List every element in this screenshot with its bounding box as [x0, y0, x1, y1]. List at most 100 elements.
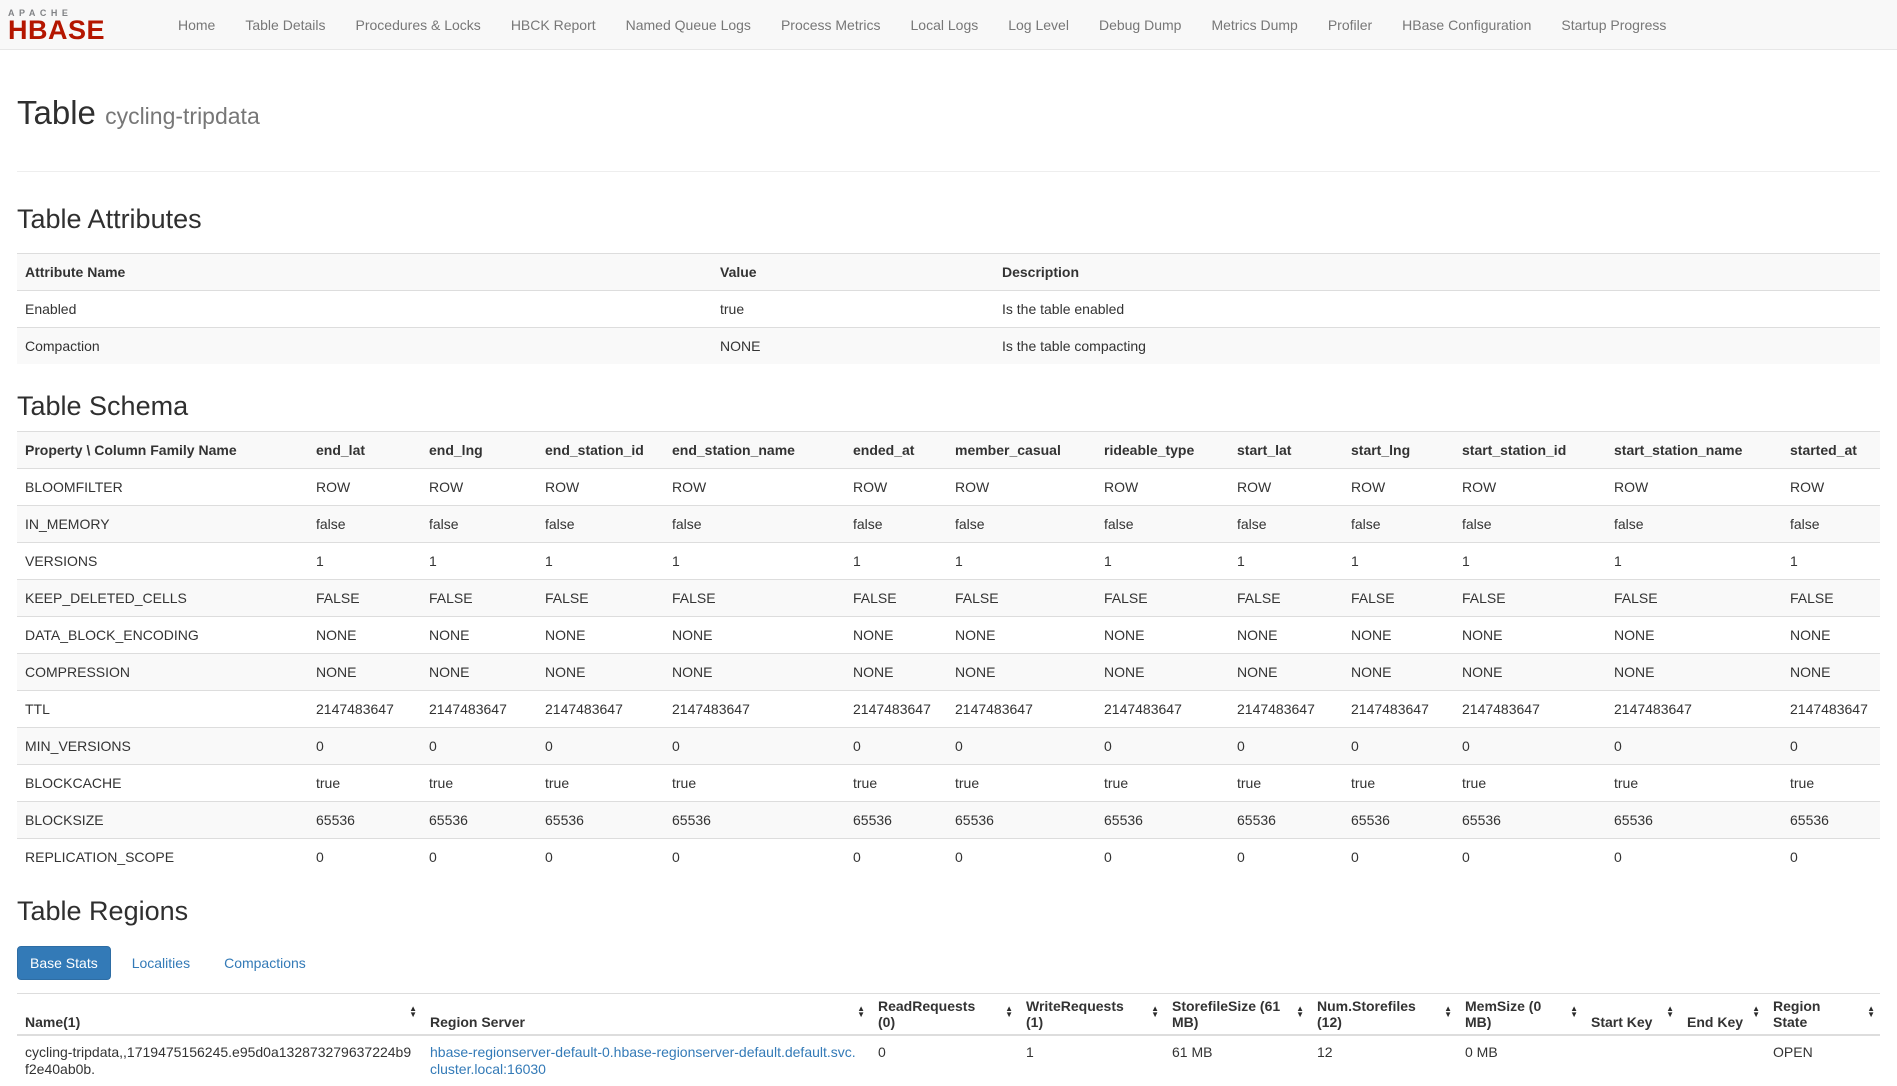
- schema-value-cell: NONE: [1343, 617, 1454, 654]
- schema-value-cell: 2147483647: [1343, 691, 1454, 728]
- schema-value-cell: 0: [421, 839, 537, 876]
- nav-item-startup-progress[interactable]: Startup Progress: [1546, 0, 1681, 50]
- sort-icon[interactable]: ▲▼: [1752, 1006, 1760, 1018]
- table-row: TTL2147483647214748364721474836472147483…: [17, 691, 1880, 728]
- nav-item-home[interactable]: Home: [163, 0, 230, 50]
- schema-property-cell: TTL: [17, 691, 308, 728]
- nav-item-debug-dump[interactable]: Debug Dump: [1084, 0, 1197, 50]
- sortable-column-header-writerequests-1[interactable]: WriteRequests (1)▲▼: [1018, 994, 1164, 1036]
- schema-value-cell: true: [421, 765, 537, 802]
- schema-heading: Table Schema: [17, 391, 1880, 422]
- column-header-label: Start Key: [1591, 1014, 1652, 1030]
- nav-item-profiler[interactable]: Profiler: [1313, 0, 1387, 50]
- schema-value-cell: 0: [845, 839, 947, 876]
- attr-cell: Enabled: [17, 291, 712, 328]
- tab-base-stats[interactable]: Base Stats: [17, 946, 111, 980]
- schema-value-cell: 2147483647: [1229, 691, 1343, 728]
- sortable-column-header-memsize-0-mb[interactable]: MemSize (0 MB)▲▼: [1457, 994, 1583, 1036]
- hbase-logo[interactable]: APACHE HBASE: [8, 8, 120, 42]
- schema-value-cell: 1: [1343, 543, 1454, 580]
- sortable-column-header-start-key[interactable]: Start Key ▲▼: [1583, 994, 1679, 1036]
- nav-item-hbck-report[interactable]: HBCK Report: [496, 0, 611, 50]
- schema-value-cell: 1: [1229, 543, 1343, 580]
- sort-icon[interactable]: ▲▼: [409, 1006, 417, 1018]
- sortable-column-header-readrequests-0[interactable]: ReadRequests (0) ▲▼: [870, 994, 1018, 1036]
- sort-icon[interactable]: ▲▼: [1867, 1006, 1875, 1018]
- schema-value-cell: ROW: [1454, 469, 1606, 506]
- schema-value-cell: false: [537, 506, 664, 543]
- schema-value-cell: 0: [1229, 839, 1343, 876]
- schema-property-cell: REPLICATION_SCOPE: [17, 839, 308, 876]
- schema-value-cell: 1: [1782, 543, 1880, 580]
- sortable-column-header-region-server[interactable]: Region Server▲▼: [422, 994, 870, 1036]
- schema-value-cell: true: [845, 765, 947, 802]
- schema-value-cell: false: [845, 506, 947, 543]
- schema-value-cell: ROW: [947, 469, 1096, 506]
- schema-family-header-started-at: started_at: [1782, 432, 1880, 469]
- schema-value-cell: 65536: [308, 802, 421, 839]
- sortable-column-header-num-storefiles-12[interactable]: Num.Storefiles (12)▲▼: [1309, 994, 1457, 1036]
- table-row: BLOOMFILTERROWROWROWROWROWROWROWROWROWRO…: [17, 469, 1880, 506]
- sort-down-arrow: ▼: [1444, 1012, 1452, 1018]
- tab-localities[interactable]: Localities: [119, 946, 203, 980]
- schema-property-cell: BLOCKCACHE: [17, 765, 308, 802]
- column-header-label: Name(1): [25, 1014, 80, 1030]
- region-server-link[interactable]: hbase-regionserver-default-0.hbase-regio…: [430, 1044, 856, 1077]
- schema-value-cell: NONE: [421, 617, 537, 654]
- sort-icon[interactable]: ▲▼: [1666, 1006, 1674, 1018]
- schema-value-cell: false: [1343, 506, 1454, 543]
- schema-family-header-ended-at: ended_at: [845, 432, 947, 469]
- schema-value-cell: false: [1454, 506, 1606, 543]
- nav-item-log-level[interactable]: Log Level: [993, 0, 1084, 50]
- schema-value-cell: false: [1229, 506, 1343, 543]
- schema-value-cell: 65536: [1229, 802, 1343, 839]
- column-header-property: Property \ Column Family Name: [17, 432, 308, 469]
- schema-value-cell: true: [1343, 765, 1454, 802]
- sortable-column-header-end-key[interactable]: End Key▲▼: [1679, 994, 1765, 1036]
- nav-item-hbase-configuration[interactable]: HBase Configuration: [1387, 0, 1546, 50]
- schema-value-cell: ROW: [1606, 469, 1782, 506]
- schema-property-cell: DATA_BLOCK_ENCODING: [17, 617, 308, 654]
- schema-value-cell: 65536: [664, 802, 845, 839]
- schema-value-cell: NONE: [1782, 617, 1880, 654]
- column-header-label: ReadRequests (0): [878, 998, 975, 1030]
- sortable-column-header-storefilesize-61-mb[interactable]: StorefileSize (61 MB)▲▼: [1164, 994, 1309, 1036]
- schema-value-cell: NONE: [421, 654, 537, 691]
- sort-icon[interactable]: ▲▼: [1151, 1006, 1159, 1018]
- schema-family-header-start-lng: start_lng: [1343, 432, 1454, 469]
- schema-value-cell: NONE: [1454, 654, 1606, 691]
- schema-value-cell: true: [1606, 765, 1782, 802]
- schema-property-cell: COMPRESSION: [17, 654, 308, 691]
- table-row: VERSIONS111111111111: [17, 543, 1880, 580]
- schema-value-cell: NONE: [664, 617, 845, 654]
- sortable-column-header-name-1[interactable]: Name(1) ▲▼: [17, 994, 422, 1036]
- nav-item-named-queue-logs[interactable]: Named Queue Logs: [611, 0, 766, 50]
- schema-value-cell: FALSE: [537, 580, 664, 617]
- schema-value-cell: 65536: [1096, 802, 1229, 839]
- schema-value-cell: NONE: [845, 654, 947, 691]
- column-header-attribute-name: Attribute Name: [17, 254, 712, 291]
- nav-item-procedures-locks[interactable]: Procedures & Locks: [341, 0, 496, 50]
- nav-item-table-details[interactable]: Table Details: [230, 0, 340, 50]
- sortable-column-header-region-state[interactable]: Region State▲▼: [1765, 994, 1880, 1036]
- region-cell-write-requests: 1: [1018, 1035, 1164, 1086]
- schema-value-cell: NONE: [947, 617, 1096, 654]
- table-row: KEEP_DELETED_CELLSFALSEFALSEFALSEFALSEFA…: [17, 580, 1880, 617]
- tab-compactions[interactable]: Compactions: [211, 946, 319, 980]
- sort-icon[interactable]: ▲▼: [1005, 1006, 1013, 1018]
- region-cell-num-storefiles: 12: [1309, 1035, 1457, 1086]
- schema-value-cell: 2147483647: [947, 691, 1096, 728]
- sort-icon[interactable]: ▲▼: [1570, 1006, 1578, 1018]
- schema-value-cell: true: [1454, 765, 1606, 802]
- sort-icon[interactable]: ▲▼: [857, 1006, 865, 1018]
- schema-value-cell: ROW: [845, 469, 947, 506]
- sort-icon[interactable]: ▲▼: [1444, 1006, 1452, 1018]
- nav-item-process-metrics[interactable]: Process Metrics: [766, 0, 896, 50]
- schema-value-cell: NONE: [1229, 617, 1343, 654]
- nav-item-local-logs[interactable]: Local Logs: [896, 0, 994, 50]
- sort-down-arrow: ▼: [1296, 1012, 1304, 1018]
- nav-item-metrics-dump[interactable]: Metrics Dump: [1196, 0, 1312, 50]
- schema-value-cell: 0: [537, 839, 664, 876]
- schema-value-cell: true: [947, 765, 1096, 802]
- sort-icon[interactable]: ▲▼: [1296, 1006, 1304, 1018]
